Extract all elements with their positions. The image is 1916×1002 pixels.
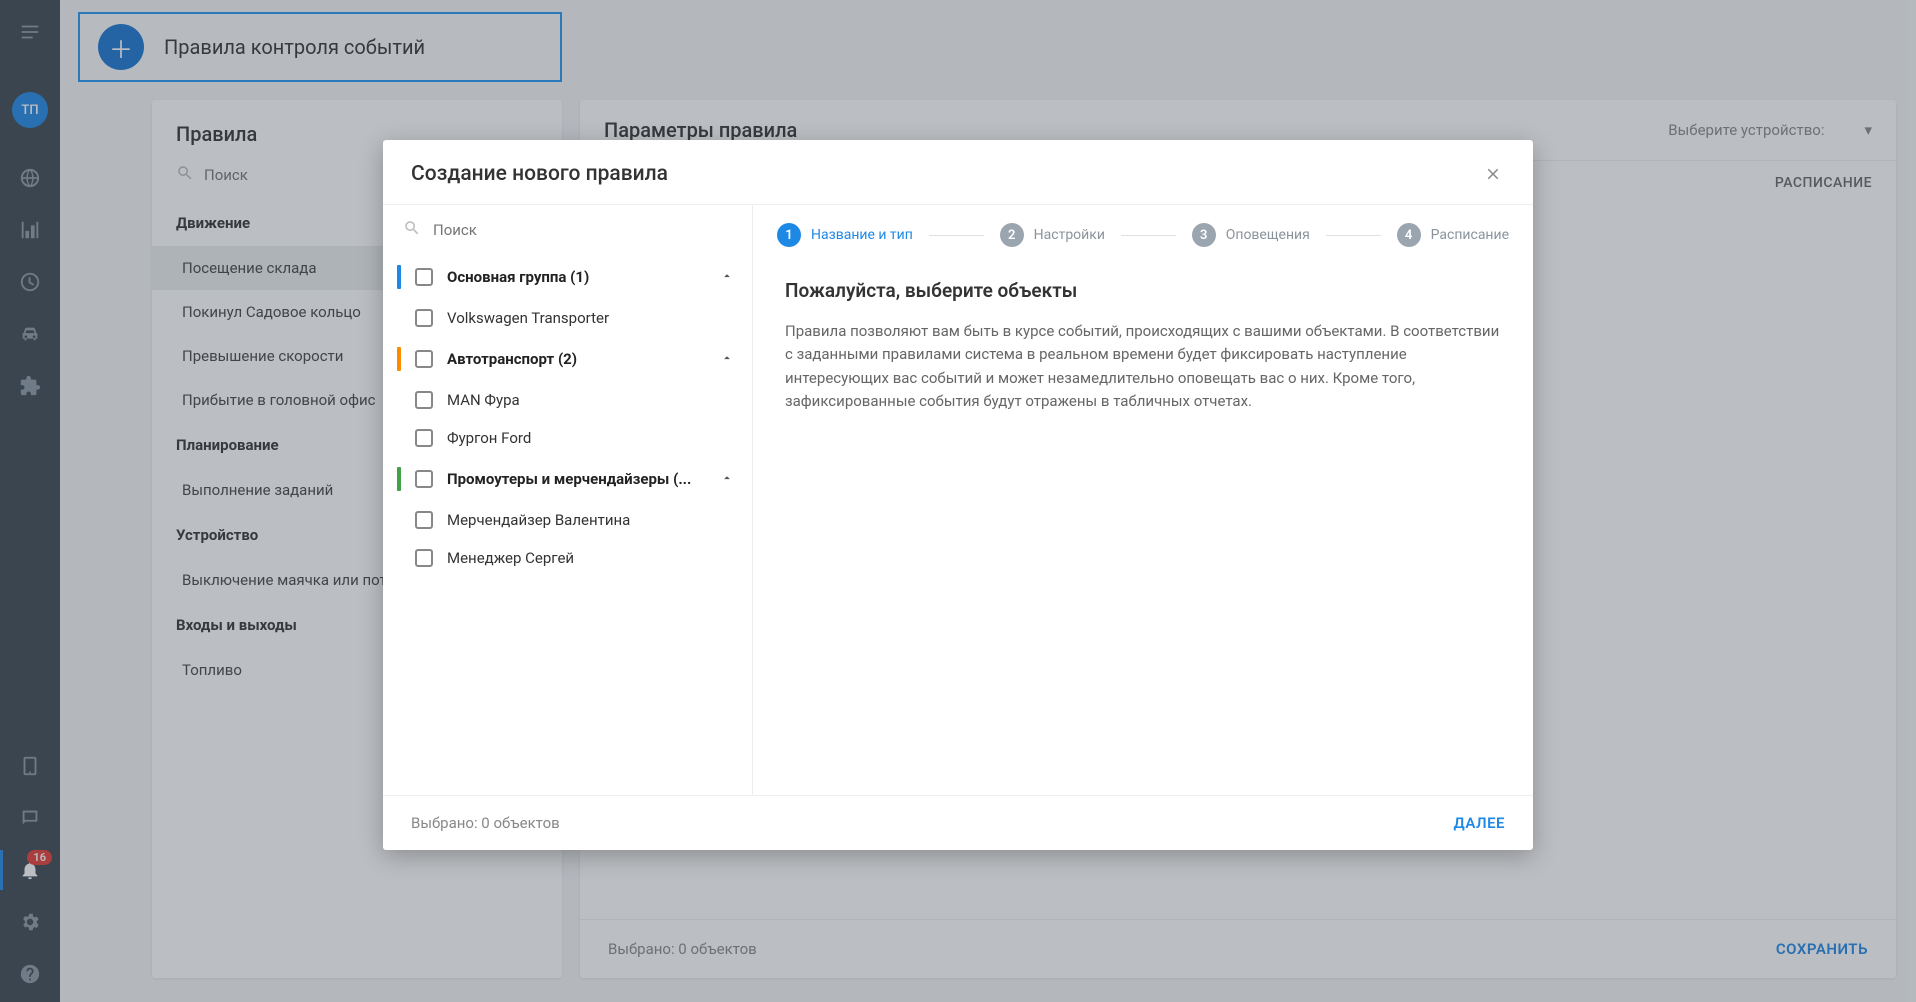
object-group[interactable]: Промоутеры и мерчендайзеры (... (383, 457, 752, 501)
step-1[interactable]: 1 Название и тип (777, 223, 913, 247)
chevron-up-icon[interactable] (720, 470, 734, 489)
checkbox[interactable] (415, 350, 433, 368)
object-group[interactable]: Основная группа (1) (383, 255, 752, 299)
object-group[interactable]: Автотранспорт (2) (383, 337, 752, 381)
object-item[interactable]: MAN Фура (383, 381, 752, 419)
group-color-bar (397, 265, 401, 289)
checkbox[interactable] (415, 429, 433, 447)
chevron-up-icon[interactable] (720, 350, 734, 369)
group-color-bar (397, 467, 401, 491)
search-icon (403, 219, 421, 241)
next-button[interactable]: ДАЛЕЕ (1454, 814, 1505, 832)
wizard-steps: 1 Название и тип 2 Настройки 3 Оповещени… (753, 205, 1533, 247)
checkbox[interactable] (415, 549, 433, 567)
step-4[interactable]: 4 Расписание (1397, 223, 1509, 247)
content-description: Правила позволяют вам быть в курсе событ… (785, 320, 1501, 413)
step-2[interactable]: 2 Настройки (1000, 223, 1105, 247)
content-title: Пожалуйста, выберите объекты (785, 279, 1501, 302)
object-item[interactable]: Volkswagen Transporter (383, 299, 752, 337)
checkbox[interactable] (415, 268, 433, 286)
object-item[interactable]: Фургон Ford (383, 419, 752, 457)
object-item[interactable]: Мерчендайзер Валентина (383, 501, 752, 539)
checkbox[interactable] (415, 391, 433, 409)
checkbox[interactable] (415, 309, 433, 327)
checkbox[interactable] (415, 470, 433, 488)
close-icon[interactable] (1481, 162, 1505, 186)
modal-title: Создание нового правила (411, 162, 668, 186)
group-color-bar (397, 347, 401, 371)
new-rule-modal: Создание нового правила Основная группа … (383, 140, 1533, 850)
step-3[interactable]: 3 Оповещения (1192, 223, 1310, 247)
object-item[interactable]: Менеджер Сергей (383, 539, 752, 577)
object-search-input[interactable] (433, 221, 732, 239)
object-search[interactable] (383, 205, 752, 255)
modal-right: 1 Название и тип 2 Настройки 3 Оповещени… (753, 205, 1533, 795)
checkbox[interactable] (415, 511, 433, 529)
modal-selected-count: Выбрано: 0 объектов (411, 814, 560, 832)
object-picker: Основная группа (1) Volkswagen Transport… (383, 205, 753, 795)
chevron-up-icon[interactable] (720, 268, 734, 287)
